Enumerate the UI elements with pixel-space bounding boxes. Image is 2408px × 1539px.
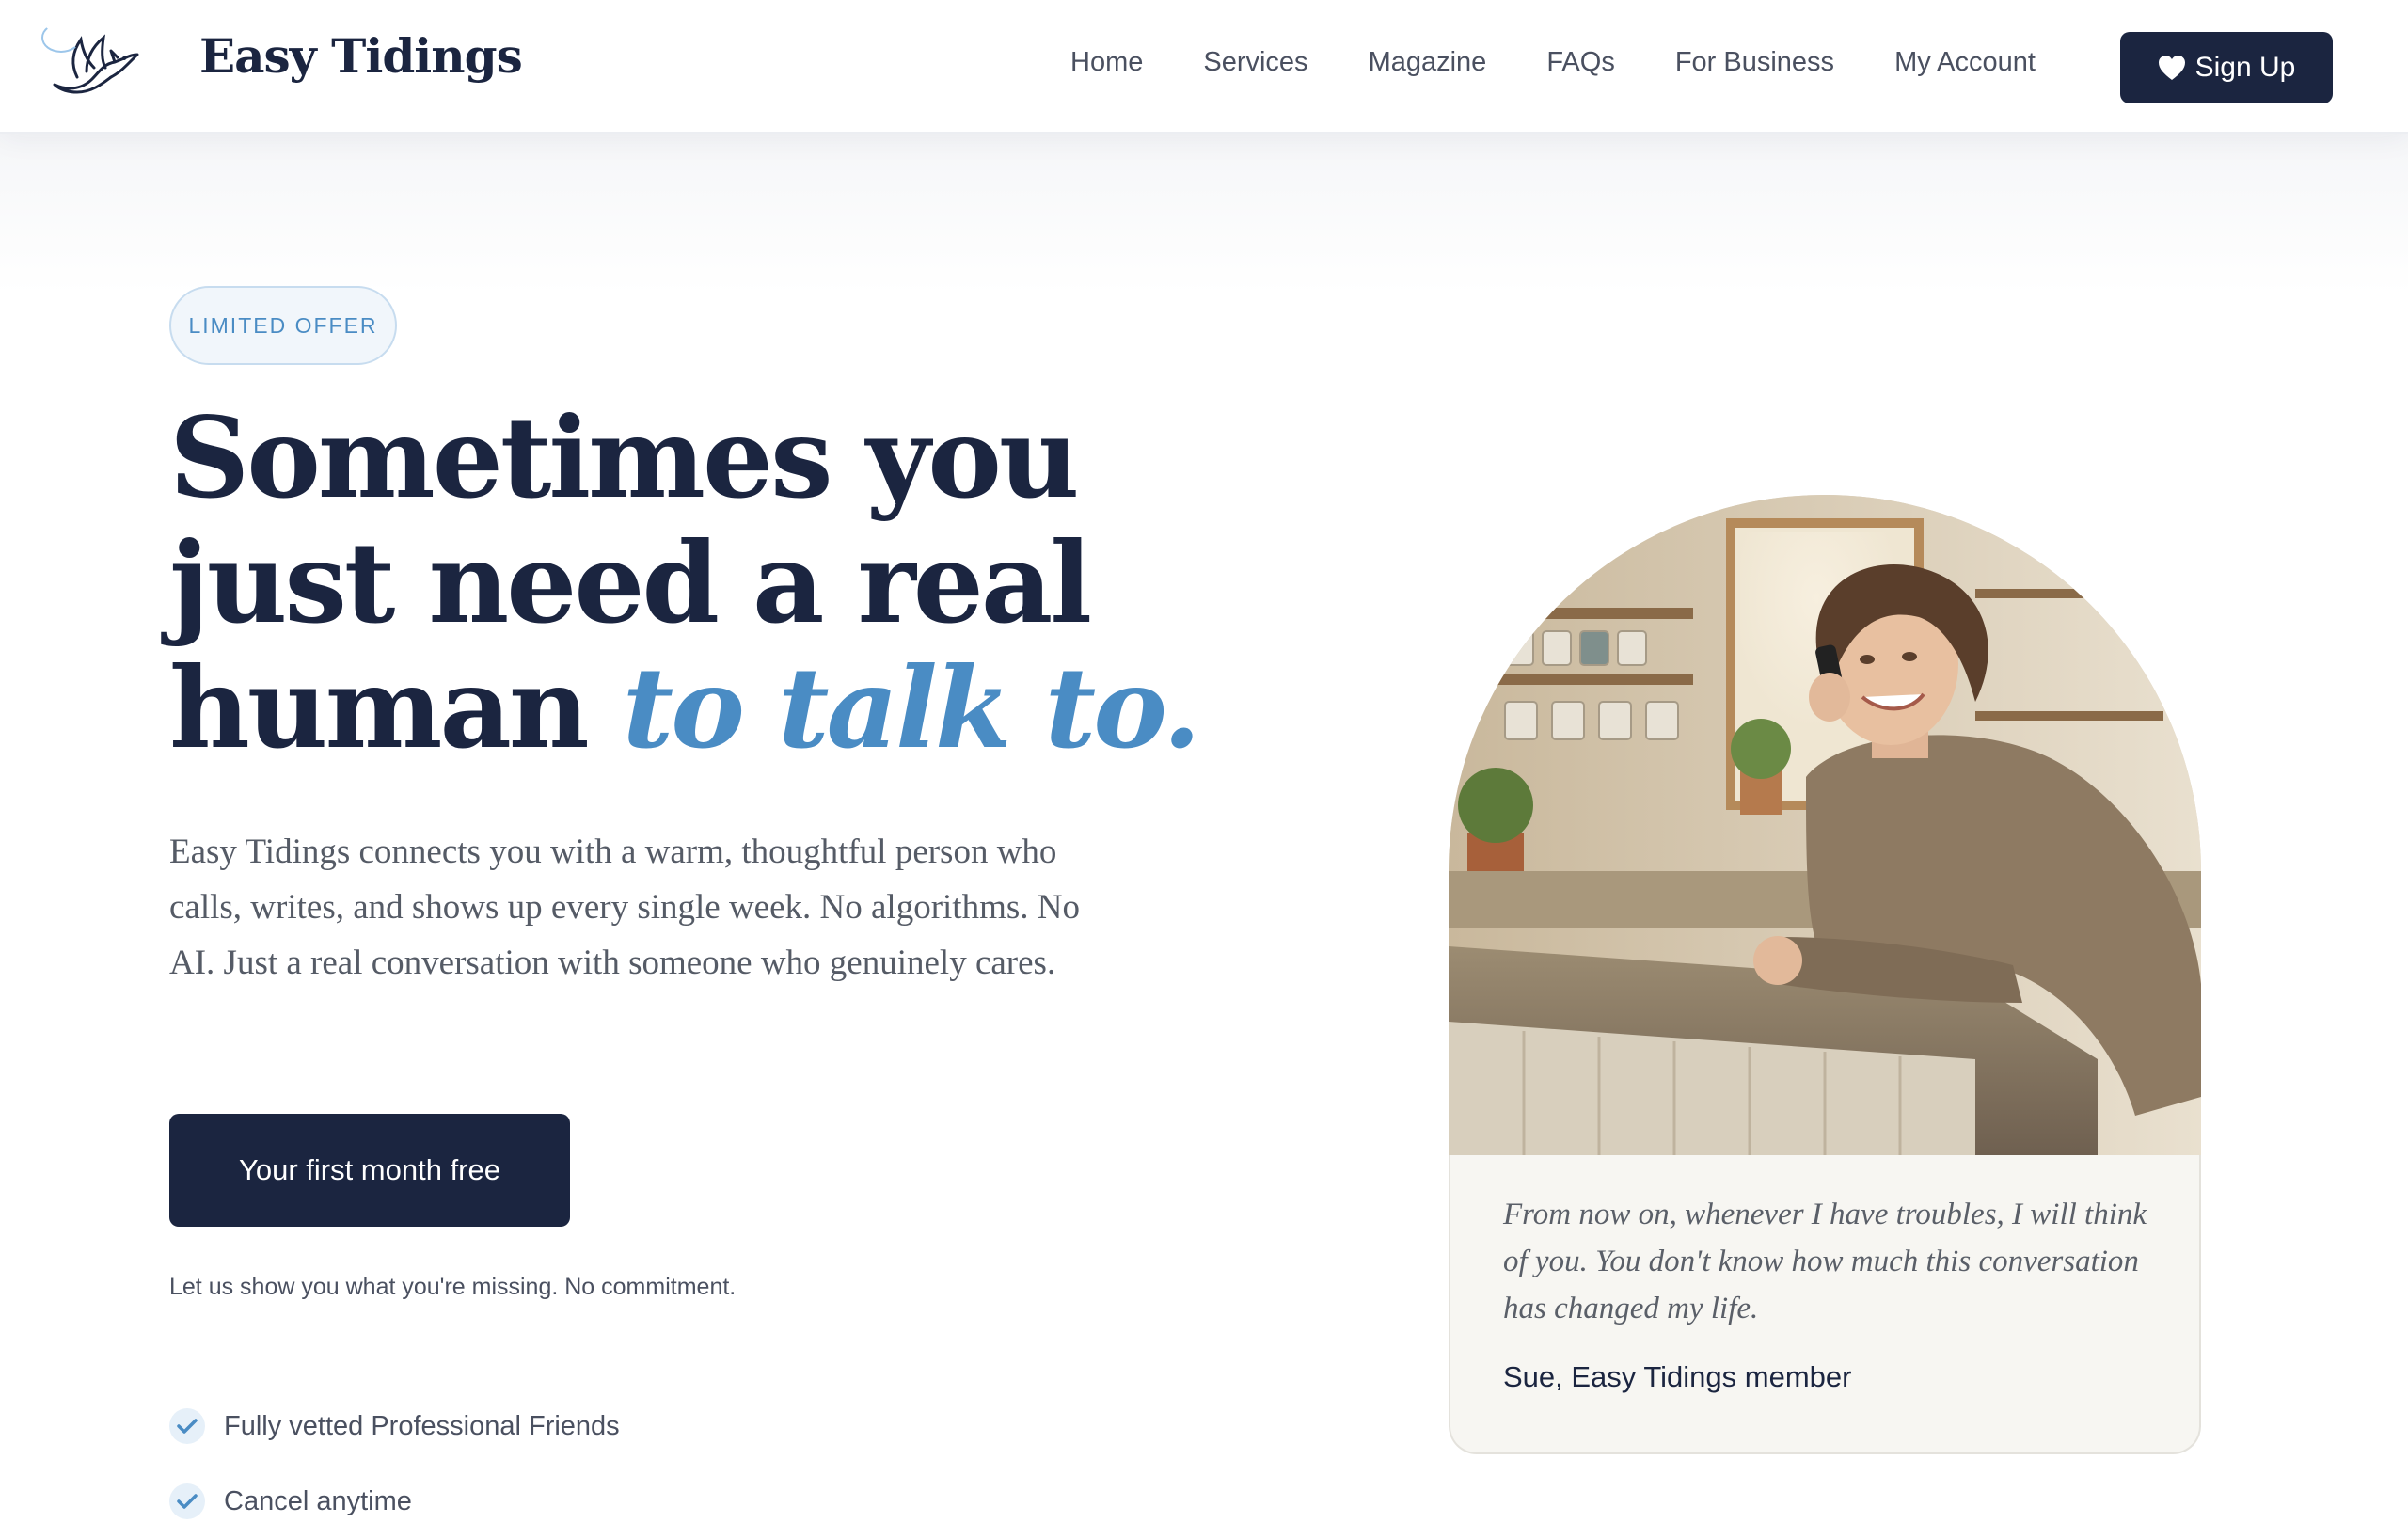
hero-photo: [1449, 495, 2201, 1155]
hero-headline: Sometimes you just need a real human to …: [169, 395, 1336, 770]
nav-services[interactable]: Services: [1203, 47, 1307, 78]
benefits-list: Fully vetted Professional Friends Cancel…: [169, 1388, 620, 1539]
hero-description: Easy Tidings connects you with a warm, t…: [169, 833, 1080, 982]
limited-offer-badge: LIMITED OFFER: [169, 286, 397, 365]
testimonial-quote: From now on, whenever I have troubles, I…: [1503, 1198, 2147, 1325]
headline-accent: to talk to.: [622, 643, 1201, 773]
sign-up-label: Sign Up: [2194, 52, 2296, 83]
woman-on-phone-kitchen-image: [1449, 495, 2201, 1155]
nav-my-account[interactable]: My Account: [1894, 47, 2036, 78]
benefit-label: Fully vetted Professional Friends: [224, 1410, 620, 1441]
hero-background: [0, 134, 2408, 294]
check-icon: [169, 1408, 205, 1444]
brand-name[interactable]: Easy Tidings: [199, 28, 523, 84]
nav-faqs[interactable]: FAQs: [1546, 47, 1615, 78]
benefit-item: Cancel anytime: [169, 1464, 620, 1539]
first-month-free-button[interactable]: Your first month free: [169, 1114, 570, 1227]
dove-logo-icon[interactable]: [41, 23, 143, 102]
benefit-item: Fully vetted Professional Friends: [169, 1388, 620, 1464]
benefit-label: Cancel anytime: [224, 1485, 412, 1516]
nav-home[interactable]: Home: [1070, 47, 1143, 78]
logo-ring-decoration: [41, 23, 81, 53]
cta-note: Let us show you what you're missing. No …: [169, 1274, 737, 1300]
main-nav: Home Services Magazine FAQs For Business…: [1070, 47, 2036, 78]
testimonial-card: From now on, whenever I have troubles, I…: [1449, 1155, 2201, 1454]
heart-icon: [2158, 56, 2185, 80]
testimonial-author: Sue, Easy Tidings member: [1503, 1360, 1852, 1393]
nav-for-business[interactable]: For Business: [1675, 47, 1834, 78]
sign-up-button[interactable]: Sign Up: [2120, 32, 2333, 103]
nav-magazine[interactable]: Magazine: [1369, 47, 1487, 78]
site-header: Easy Tidings Home Services Magazine FAQs…: [0, 0, 2408, 134]
check-icon: [169, 1483, 205, 1519]
